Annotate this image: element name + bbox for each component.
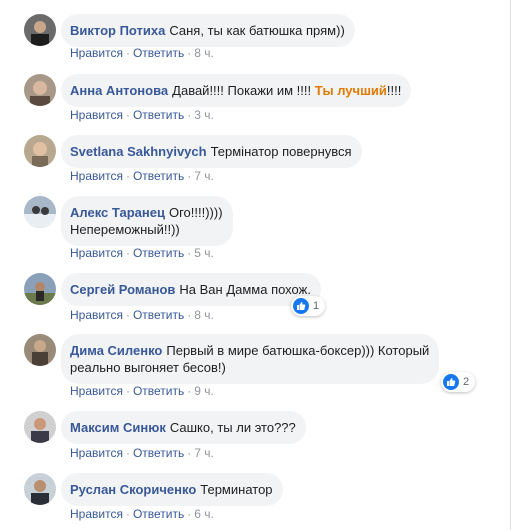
avatar[interactable] xyxy=(24,74,56,106)
comment-text: Саня, ты как батюшка прям)) xyxy=(169,23,345,38)
comment-time[interactable]: 7 ч. xyxy=(194,169,214,183)
comment-actions: Нравится · Ответить · 7 ч. xyxy=(70,169,214,183)
like-link[interactable]: Нравится xyxy=(70,308,123,322)
comment-text: Давай!!!! Покажи им !!!! xyxy=(172,83,312,98)
reply-link[interactable]: Ответить xyxy=(133,384,184,398)
comment-text: Терминатор xyxy=(200,482,273,497)
comment-actions: Нравится · Ответить · 9 ч. xyxy=(70,384,214,398)
reply-link[interactable]: Ответить xyxy=(133,507,184,521)
separator: · xyxy=(125,446,130,460)
comment-author[interactable]: Дима Силенко xyxy=(70,343,162,358)
separator: · xyxy=(187,108,192,122)
comment-text: На Ван Дамма похож. xyxy=(179,282,311,297)
like-link[interactable]: Нравится xyxy=(70,46,123,60)
comment-bubble: Максим Синюк Сашко, ты ли это??? xyxy=(61,411,306,444)
separator: · xyxy=(125,507,130,521)
separator: · xyxy=(187,308,192,322)
separator: · xyxy=(125,108,130,122)
reply-link[interactable]: Ответить xyxy=(133,446,184,460)
comment-bubble: Svetlana Sakhnyivych Термінатор повернувс… xyxy=(61,135,362,168)
comment-author[interactable]: Виктор Потиха xyxy=(70,23,165,38)
separator: · xyxy=(125,246,130,260)
avatar[interactable] xyxy=(24,273,56,305)
separator: · xyxy=(187,46,192,60)
comment-author[interactable]: Алекс Таранец xyxy=(70,205,165,220)
separator: · xyxy=(187,446,192,460)
like-link[interactable]: Нравится xyxy=(70,384,123,398)
comment-author[interactable]: Максим Синюк xyxy=(70,420,166,435)
separator: · xyxy=(125,384,130,398)
comment-time[interactable]: 3 ч. xyxy=(194,108,214,122)
comment-actions: Нравится · Ответить · 7 ч. xyxy=(70,446,214,460)
separator: · xyxy=(125,46,130,60)
avatar[interactable] xyxy=(24,473,56,505)
comment-text: Ого!!!!)))) xyxy=(168,205,223,220)
comment-time[interactable]: 9 ч. xyxy=(194,384,214,398)
comment-text: Термінатор повернувся xyxy=(210,144,352,159)
like-link[interactable]: Нравится xyxy=(70,169,123,183)
thumbs-up-icon xyxy=(293,298,309,314)
comment-actions: Нравится · Ответить · 8 ч. xyxy=(70,46,214,60)
comment-text-end: !!!! xyxy=(386,83,402,98)
comment-time[interactable]: 5 ч. xyxy=(194,246,214,260)
thumbs-up-icon xyxy=(443,374,459,390)
avatar[interactable] xyxy=(24,196,56,228)
comment-time[interactable]: 8 ч. xyxy=(194,46,214,60)
comment-time[interactable]: 8 ч. xyxy=(194,308,214,322)
comment-text: Первый в мире батюшка-боксер))) Который xyxy=(166,343,430,358)
reply-link[interactable]: Ответить xyxy=(133,169,184,183)
like-link[interactable]: Нравится xyxy=(70,507,123,521)
comment-text-line2: реально выгоняет бесов!) xyxy=(70,360,226,375)
comment-bubble: Сергей Романов На Ван Дамма похож. xyxy=(61,273,321,306)
comment-author[interactable]: Руслан Скориченко xyxy=(70,482,196,497)
avatar[interactable] xyxy=(24,14,56,46)
separator: · xyxy=(187,246,192,260)
reply-link[interactable]: Ответить xyxy=(133,308,184,322)
separator: · xyxy=(125,169,130,183)
reaction-count: 2 xyxy=(463,376,470,388)
comment-bubble: Виктор Потиха Саня, ты как батюшка прям)) xyxy=(61,14,355,47)
highlighted-text: Ты лучший xyxy=(314,83,387,98)
comment-actions: Нравится · Ответить · 5 ч. xyxy=(70,246,214,260)
separator: · xyxy=(187,384,192,398)
comment-author[interactable]: Анна Антонова xyxy=(70,83,168,98)
reaction-count: 1 xyxy=(313,300,320,312)
reply-link[interactable]: Ответить xyxy=(133,108,184,122)
separator: · xyxy=(187,169,192,183)
reaction-badge[interactable]: 2 xyxy=(441,372,476,392)
comment-bubble: Анна Антонова Давай!!!! Покажи им !!!! Ты… xyxy=(61,74,412,107)
comment-text: Сашко, ты ли это??? xyxy=(169,420,296,435)
reply-link[interactable]: Ответить xyxy=(133,46,184,60)
comment-author[interactable]: Сергей Романов xyxy=(70,282,175,297)
like-link[interactable]: Нравится xyxy=(70,108,123,122)
comment-author[interactable]: Svetlana Sakhnyivych xyxy=(70,144,207,159)
avatar[interactable] xyxy=(24,135,56,167)
comment-bubble: Дима Силенко Первый в мире батюшка-боксер… xyxy=(61,334,440,384)
comment-actions: Нравится · Ответить · 8 ч. xyxy=(70,308,214,322)
separator: · xyxy=(125,308,130,322)
comment-bubble: Руслан Скориченко Терминатор xyxy=(61,473,283,506)
reply-link[interactable]: Ответить xyxy=(133,246,184,260)
comment-bubble: Алекс Таранец Ого!!!!)))) Непереможный!!)… xyxy=(61,196,233,246)
comment-time[interactable]: 7 ч. xyxy=(194,446,214,460)
comment-actions: Нравится · Ответить · 6 ч. xyxy=(70,507,214,521)
avatar[interactable] xyxy=(24,411,56,443)
reaction-badge[interactable]: 1 xyxy=(291,296,326,316)
comment-text-line2: Непереможный!!)) xyxy=(70,222,180,237)
like-link[interactable]: Нравится xyxy=(70,246,123,260)
like-link[interactable]: Нравится xyxy=(70,446,123,460)
comment-time[interactable]: 6 ч. xyxy=(194,507,214,521)
separator: · xyxy=(187,507,192,521)
comment-actions: Нравится · Ответить · 3 ч. xyxy=(70,108,214,122)
avatar[interactable] xyxy=(24,334,56,366)
